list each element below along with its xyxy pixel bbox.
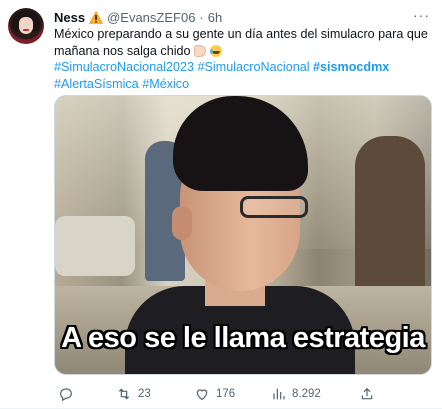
meme-caption: A eso se le llama estrategia [61,322,425,354]
ok-hand-emoji [194,44,207,57]
reply-button[interactable] [58,385,80,403]
author-handle[interactable]: @EvansZEF06 [107,10,195,25]
hashtag-link[interactable]: #sismocdmx [313,60,389,74]
warning-icon [89,10,104,24]
retweet-count: 23 [138,388,151,400]
retweet-button[interactable]: 23 [116,385,151,403]
tweet-text-line-2: mañana nos salga chido [54,43,432,60]
tweet-card[interactable]: Ness @EvansZEF06 · 6h ··· México prepara… [0,0,442,409]
views-chart-icon [273,388,285,400]
heart-icon [196,389,208,401]
hashtag-link[interactable]: #SimulacroNacional2023 [54,60,194,74]
hashtags-line-2: #AlertaSísmica #México [54,76,432,93]
hashtag-link[interactable]: #AlertaSísmica [54,77,139,91]
separator-dot: · [199,9,204,25]
retweet-icon [118,388,130,400]
views-count: 8.292 [292,388,321,400]
hashtags-line-1: #SimulacroNacional2023 #SimulacroNaciona… [54,59,432,76]
like-button[interactable]: 176 [194,385,235,403]
share-button[interactable] [359,385,381,403]
tweet-header: Ness @EvansZEF06 · 6h [54,8,222,26]
views-button[interactable]: 8.292 [270,385,321,403]
tweet-text: México preparando a su gente un día ante… [54,26,432,92]
hashtag-link[interactable]: #México [142,77,189,91]
tweet-timestamp[interactable]: 6h [208,10,222,25]
reply-icon [60,388,72,402]
like-count: 176 [216,388,236,400]
tweet-media-image[interactable]: A eso se le llama estrategia [54,95,432,375]
more-icon[interactable]: ··· [413,8,430,22]
share-icon [361,387,373,400]
tears-of-joy-emoji [209,44,222,57]
tweet-text-line-2-content: mañana nos salga chido [54,43,191,58]
avatar[interactable] [8,8,44,44]
tweet-text-line-1: México preparando a su gente un día ante… [54,27,428,41]
tweet-actions: 23 176 8.292 [54,385,432,403]
author-name[interactable]: Ness [54,10,85,25]
hashtag-link[interactable]: #SimulacroNacional [198,60,310,74]
